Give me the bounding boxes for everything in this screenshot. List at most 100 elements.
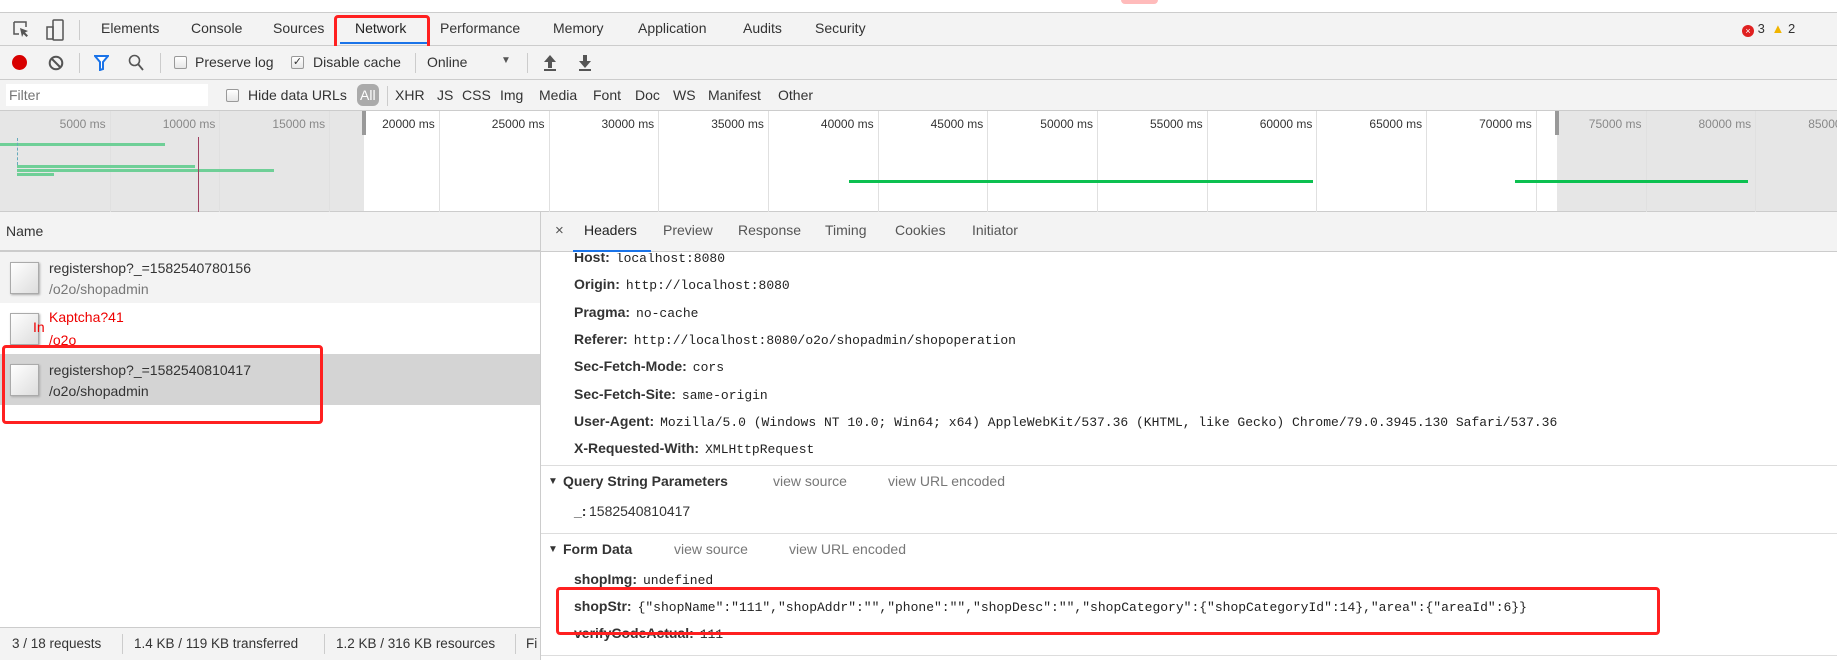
request-header-row: Sec-Fetch-Site: same-origin	[574, 386, 768, 403]
timeline-gridline	[438, 111, 440, 212]
import-har-icon[interactable]	[543, 54, 557, 72]
timeline-request-bar	[849, 180, 1314, 183]
filter-type-media[interactable]: Media	[539, 87, 577, 103]
device-toolbar-icon[interactable]	[46, 19, 64, 41]
details-tab-response[interactable]: Response	[738, 222, 801, 238]
tab-security[interactable]: Security	[815, 20, 866, 36]
filter-icon[interactable]	[94, 55, 109, 71]
details-tab-headers[interactable]: Headers	[584, 222, 637, 238]
timeline-tick-label: 85000 ms	[1808, 117, 1837, 131]
filter-type-doc[interactable]: Doc	[635, 87, 660, 103]
filter-type-manifest[interactable]: Manifest	[708, 87, 761, 103]
query-string-section-title[interactable]: Query String Parameters	[563, 473, 728, 489]
filter-type-all[interactable]: All	[357, 84, 379, 106]
form-view-source-link[interactable]: view source	[674, 541, 748, 557]
hide-data-urls-checkbox[interactable]	[226, 89, 239, 102]
collapse-triangle-icon[interactable]: ▼	[548, 544, 558, 555]
chevron-down-icon[interactable]: ▼	[501, 55, 511, 66]
filter-type-ws[interactable]: WS	[673, 87, 696, 103]
tab-network[interactable]: Network	[355, 20, 406, 36]
request-header-row: Origin: http://localhost:8080	[574, 276, 790, 293]
request-header-row: Sec-Fetch-Mode: cors	[574, 358, 724, 375]
file-icon	[10, 262, 39, 294]
tab-console[interactable]: Console	[191, 20, 242, 36]
filter-type-img[interactable]: Img	[500, 87, 523, 103]
timeline-tick-label: 20000 ms	[382, 117, 435, 131]
timeline-gridline	[1426, 111, 1428, 212]
network-toolbar: Preserve log ✓ Disable cache Online ▼	[0, 46, 1837, 80]
throttling-select[interactable]: Online	[427, 54, 467, 70]
overview-left-handle[interactable]	[361, 111, 366, 135]
headers-content: Host: localhost:8080 Origin: http://localho…	[541, 253, 1837, 660]
details-tab-initiator[interactable]: Initiator	[972, 222, 1018, 238]
headers-tab-underline	[573, 250, 651, 252]
timeline-request-bar	[17, 173, 54, 176]
filter-type-other[interactable]: Other	[778, 87, 813, 103]
request-header-row: X-Requested-With: XMLHttpRequest	[574, 440, 814, 457]
disable-cache-label: Disable cache	[313, 54, 401, 70]
export-har-icon[interactable]	[578, 54, 592, 72]
clear-icon[interactable]	[48, 55, 64, 71]
top-strip	[0, 0, 1837, 13]
header-name: Pragma:	[574, 303, 631, 320]
hide-data-urls-label: Hide data URLs	[248, 87, 347, 103]
header-value: same-origin	[681, 387, 768, 403]
timeline-gridline	[548, 111, 550, 212]
filter-input[interactable]	[6, 84, 208, 106]
filter-type-js[interactable]: JS	[437, 87, 453, 103]
record-button[interactable]	[12, 55, 27, 70]
devtools-tab-bar: Elements Console Sources Network Performance…	[0, 13, 1837, 46]
header-value: no-cache	[636, 305, 699, 321]
file-icon	[10, 364, 39, 396]
name-column-header[interactable]: Name	[0, 212, 540, 252]
tab-memory[interactable]: Memory	[553, 20, 604, 36]
close-icon[interactable]: ×	[555, 222, 564, 239]
form-field-value: 111	[699, 627, 724, 642]
details-tab-preview[interactable]: Preview	[663, 222, 713, 238]
tab-application[interactable]: Application	[638, 20, 707, 36]
inspect-element-icon[interactable]	[13, 21, 30, 39]
form-data-row: shopStr: {"shopName":"111","shopAddr":"",…	[574, 598, 1527, 615]
timeline-request-bar	[0, 143, 165, 146]
filter-type-css[interactable]: CSS	[462, 87, 491, 103]
tab-audits[interactable]: Audits	[743, 20, 782, 36]
overview-right-handle[interactable]	[1555, 111, 1560, 135]
request-row-selected[interactable]: registershop?_=1582540810417 /o2o/shopad…	[0, 354, 540, 405]
tab-sources[interactable]: Sources	[273, 20, 324, 36]
timeline-tick-label: 50000 ms	[1040, 117, 1093, 131]
requests-panel: Name registershop?_=1582540780156 /o2o/s…	[0, 212, 541, 627]
details-tab-timing[interactable]: Timing	[825, 222, 867, 238]
timeline-tick-label: 70000 ms	[1479, 117, 1532, 131]
form-field-name: verifyCodeActual:	[574, 625, 694, 641]
search-icon[interactable]	[128, 54, 144, 71]
header-value: localhost:8080	[615, 253, 725, 266]
error-count[interactable]: × 3 ▲ 2	[1742, 21, 1795, 37]
query-view-url-encoded-link[interactable]: view URL encoded	[888, 473, 1005, 489]
filter-bar: Hide data URLs All XHR JS CSS Img Media Font Do…	[0, 80, 1837, 111]
header-name: User-Agent:	[574, 412, 655, 429]
details-tab-cookies[interactable]: Cookies	[895, 222, 946, 238]
form-data-row: shopImg: undefined	[574, 571, 713, 588]
timeline-gridline	[329, 111, 331, 212]
timeline-tick-label: 45000 ms	[930, 117, 984, 131]
filter-type-font[interactable]: Font	[593, 87, 621, 103]
query-view-source-link[interactable]: view source	[773, 473, 847, 489]
timeline-gridline	[1645, 111, 1647, 212]
disable-cache-checkbox[interactable]: ✓	[291, 56, 304, 69]
tab-elements[interactable]: Elements	[101, 20, 159, 36]
request-row[interactable]: registershop?_=1582540780156 /o2o/shopad…	[0, 252, 540, 303]
form-data-section-title[interactable]: Form Data	[563, 541, 632, 557]
timeline-tick-label: 65000 ms	[1369, 117, 1423, 131]
collapse-triangle-icon[interactable]: ▼	[548, 476, 558, 487]
form-field-value: undefined	[643, 573, 714, 588]
timeline-tick-label: 60000 ms	[1259, 117, 1313, 131]
filter-type-xhr[interactable]: XHR	[395, 87, 425, 103]
timeline-gridline	[658, 111, 660, 212]
warning-icon: ▲	[1771, 21, 1785, 36]
tab-performance[interactable]: Performance	[440, 20, 520, 36]
preserve-log-checkbox[interactable]	[174, 56, 187, 69]
form-view-url-encoded-link[interactable]: view URL encoded	[789, 541, 906, 557]
request-header-row: Referer: http://localhost:8080/o2o/shopad…	[574, 331, 1016, 348]
header-name: Origin:	[574, 276, 620, 293]
request-row[interactable]: In Kaptcha?41 /o2o	[0, 303, 540, 354]
